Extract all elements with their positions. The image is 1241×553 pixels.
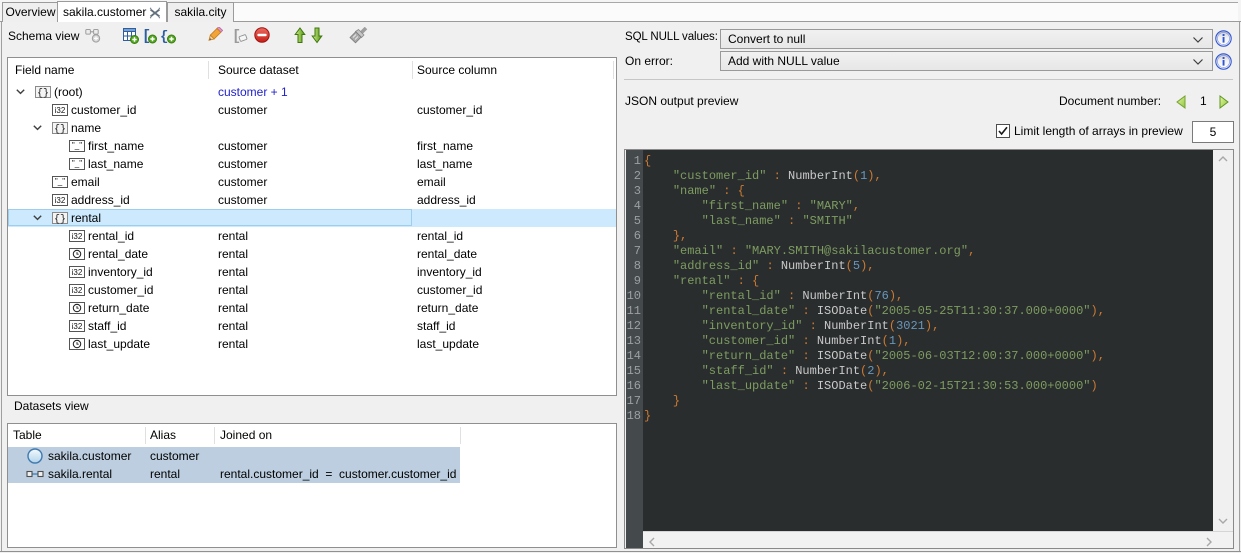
svg-text:i32: i32 <box>72 232 83 241</box>
svg-text:{}: {} <box>37 88 49 99</box>
svg-text:i32: i32 <box>55 196 66 205</box>
svg-text:{}: {} <box>54 124 66 135</box>
svg-text:i32: i32 <box>55 106 66 115</box>
svg-text:"_": "_" <box>72 159 82 168</box>
svg-text:"_": "_" <box>55 177 65 186</box>
svg-text:"_": "_" <box>72 141 82 150</box>
svg-text:[: [ <box>232 28 241 44</box>
svg-text:i32: i32 <box>72 286 83 295</box>
svg-text:{: { <box>160 29 168 44</box>
svg-text:i32: i32 <box>72 322 83 331</box>
svg-text:i32: i32 <box>72 268 83 277</box>
svg-text:{}: {} <box>54 214 66 225</box>
